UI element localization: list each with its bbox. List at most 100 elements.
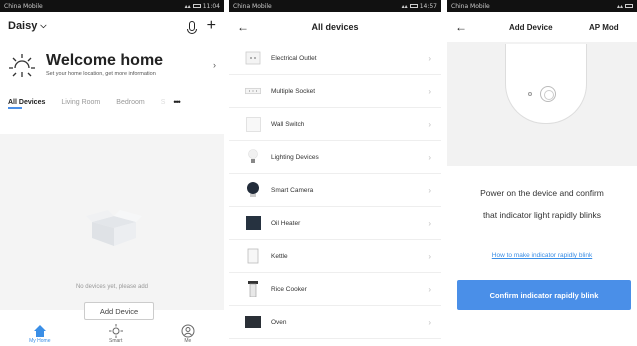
- empty-message: No devices yet, please add: [75, 284, 149, 290]
- kettle-icon: [245, 248, 261, 264]
- device-label: Oil Heater: [271, 219, 301, 227]
- welcome-title: Welcome home: [46, 52, 164, 69]
- indicator-light-icon: [528, 92, 532, 96]
- ap-mode-tab[interactable]: AP Mod: [589, 23, 619, 32]
- nav-smart[interactable]: Smart: [108, 324, 123, 344]
- carrier-label: China Mobile: [451, 2, 490, 10]
- device-label: Smart Camera: [271, 186, 314, 194]
- active-tab-indicator: [8, 107, 22, 109]
- bottom-navigation: My Home Smart Me: [0, 322, 224, 346]
- user-icon: [181, 324, 195, 338]
- device-label: Oven: [271, 318, 287, 326]
- device-illustration: [447, 42, 637, 166]
- device-row-oven[interactable]: Oven ›: [229, 306, 441, 339]
- instruction-line: Power on the device and confirm: [480, 188, 604, 198]
- add-device-screen: China Mobile ▴▴ ← Add Device AP Mod Powe…: [447, 0, 637, 346]
- wall-switch-icon: [245, 116, 261, 132]
- home-selector[interactable]: Daisy ⌵: [8, 20, 46, 32]
- nav-label: Me: [184, 338, 192, 344]
- nav-my-home[interactable]: My Home: [29, 324, 51, 344]
- signal-icon: ▴▴: [616, 2, 623, 10]
- more-icon[interactable]: •••: [173, 97, 181, 107]
- rice-cooker-icon: [245, 281, 261, 297]
- device-row-wall-switch[interactable]: Wall Switch ›: [229, 108, 441, 141]
- device-row-smart-camera[interactable]: Smart Camera ›: [229, 174, 441, 207]
- device-label: Electrical Outlet: [271, 54, 317, 62]
- help-link[interactable]: How to make indicator rapidly blink: [447, 252, 637, 259]
- sun-icon: [9, 54, 35, 77]
- page-title: Add Device: [509, 22, 553, 32]
- chevron-right-icon: ›: [428, 218, 431, 228]
- microphone-icon[interactable]: [186, 21, 197, 34]
- home-icon: [33, 325, 46, 337]
- tab-all-devices[interactable]: All Devices: [8, 99, 45, 106]
- all-devices-screen: China Mobile ▴▴ 14:57 ← All devices Elect…: [229, 0, 441, 346]
- smart-sun-icon: [108, 324, 123, 338]
- status-bar: China Mobile ▴▴ 11:04: [0, 0, 224, 12]
- carrier-label: China Mobile: [4, 2, 43, 10]
- chevron-right-icon: ›: [213, 60, 216, 70]
- back-arrow-icon[interactable]: ←: [455, 20, 467, 34]
- welcome-subtitle: Set your home location, get more informa…: [46, 71, 156, 77]
- home-header: Daisy ⌵ +: [0, 12, 224, 40]
- signal-icon: ▴▴: [401, 2, 408, 10]
- chevron-right-icon: ›: [428, 317, 431, 327]
- carrier-label: China Mobile: [233, 2, 272, 10]
- chevron-right-icon: ›: [428, 86, 431, 96]
- device-label: Multiple Socket: [271, 87, 316, 95]
- welcome-banner[interactable]: Welcome home Set your home location, get…: [0, 40, 224, 90]
- page-title: All devices: [311, 22, 359, 32]
- chevron-right-icon: ›: [428, 185, 431, 195]
- all-devices-header: ← All devices: [229, 12, 441, 42]
- add-device-button[interactable]: Add Device: [84, 302, 154, 320]
- add-device-header: ← Add Device AP Mod: [447, 12, 637, 42]
- device-label: Wall Switch: [271, 120, 305, 128]
- tab-overflow[interactable]: S: [161, 99, 166, 106]
- device-row-multiple-socket[interactable]: Multiple Socket ›: [229, 75, 441, 108]
- clock-label: 11:04: [202, 2, 220, 10]
- empty-state: No devices yet, please add: [0, 134, 224, 310]
- power-strip-icon: [245, 83, 261, 99]
- oven-icon: [245, 314, 261, 330]
- device-row-oil-heater[interactable]: Oil Heater ›: [229, 207, 441, 240]
- chevron-right-icon: ›: [428, 152, 431, 162]
- device-label: Lighting Devices: [271, 153, 319, 161]
- home-screen: China Mobile ▴▴ 11:04 Daisy ⌵ + Welcome h…: [0, 0, 224, 346]
- camera-icon: [245, 182, 261, 198]
- home-name: Daisy: [8, 20, 38, 32]
- status-bar: China Mobile ▴▴: [447, 0, 637, 12]
- chevron-right-icon: ›: [428, 53, 431, 63]
- battery-icon: [625, 4, 633, 8]
- empty-box-icon: [86, 210, 142, 246]
- instruction-line: that indicator light rapidly blinks: [482, 210, 602, 220]
- signal-icon: ▴▴: [184, 2, 191, 10]
- outlet-icon: [245, 50, 261, 66]
- chevron-right-icon: ›: [428, 251, 431, 261]
- confirm-blink-button[interactable]: Confirm indicator rapidly blink: [457, 280, 631, 310]
- tab-bedroom[interactable]: Bedroom: [116, 99, 144, 106]
- chevron-right-icon: ›: [428, 119, 431, 129]
- heater-icon: [245, 215, 261, 231]
- status-bar: China Mobile ▴▴ 14:57: [229, 0, 441, 12]
- device-row-kettle[interactable]: Kettle ›: [229, 240, 441, 273]
- device-row-electrical-outlet[interactable]: Electrical Outlet ›: [229, 42, 441, 75]
- nav-me[interactable]: Me: [181, 324, 195, 344]
- device-drawing: [505, 44, 587, 124]
- device-label: Rice Cooker: [271, 285, 307, 293]
- room-tabs: All Devices Living Room Bedroom S •••: [0, 94, 224, 110]
- power-button-icon: [540, 86, 556, 102]
- tab-living-room[interactable]: Living Room: [61, 99, 100, 106]
- chevron-right-icon: ›: [428, 284, 431, 294]
- clock-label: 14:57: [419, 2, 437, 10]
- bulb-icon: [245, 149, 261, 165]
- chevron-down-icon: ⌵: [40, 21, 47, 30]
- battery-icon: [192, 4, 201, 8]
- device-label: Kettle: [271, 252, 288, 260]
- device-type-list: Electrical Outlet › Multiple Socket › Wa…: [229, 42, 441, 339]
- instruction-text: Power on the device and confirm that ind…: [447, 182, 637, 226]
- battery-icon: [409, 4, 418, 8]
- device-row-rice-cooker[interactable]: Rice Cooker ›: [229, 273, 441, 306]
- device-row-lighting-devices[interactable]: Lighting Devices ›: [229, 141, 441, 174]
- plus-icon[interactable]: +: [207, 18, 216, 34]
- nav-label: My Home: [29, 338, 51, 344]
